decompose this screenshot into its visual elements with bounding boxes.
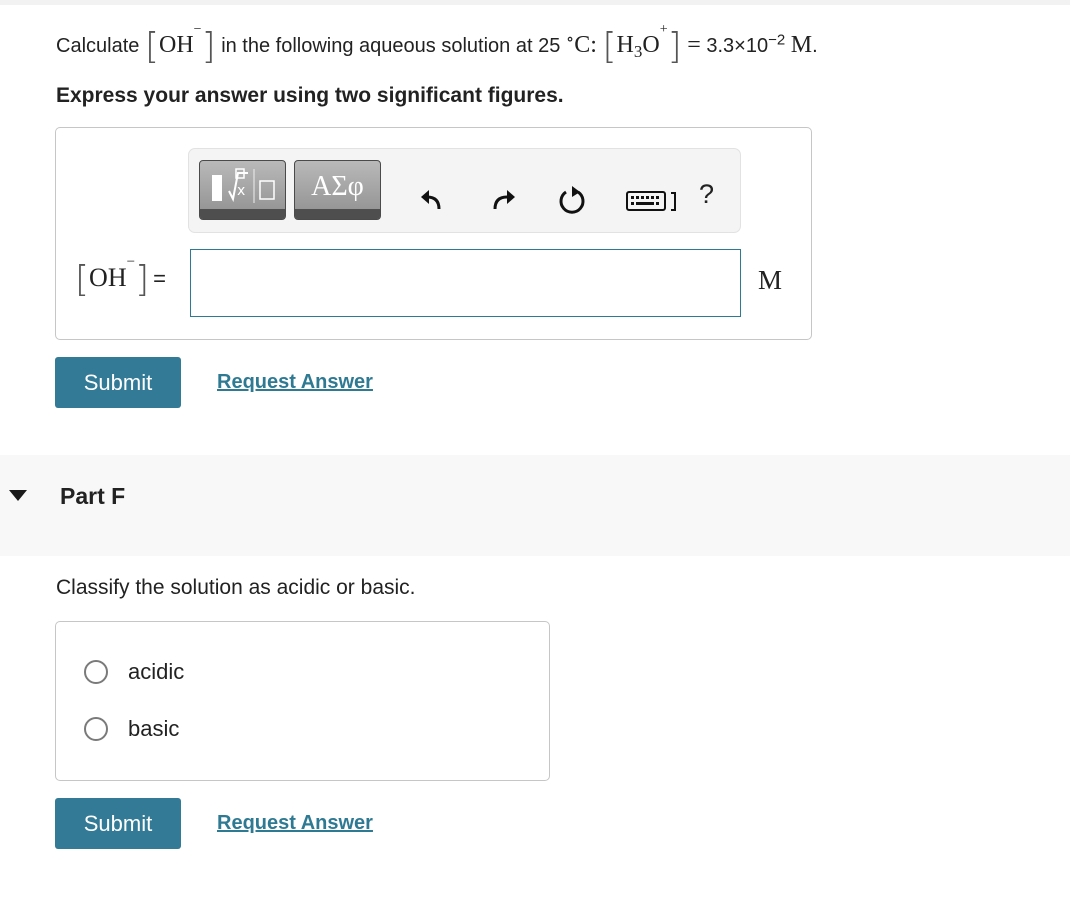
help-button[interactable]: ? bbox=[699, 179, 714, 210]
lhs-bracket-open: [ bbox=[75, 259, 90, 300]
question-prefix: Calculate bbox=[56, 35, 140, 57]
bracket-close-2: ] bbox=[667, 26, 682, 67]
question-degree: ∘ bbox=[565, 29, 575, 49]
choice-acidic[interactable]: acidic bbox=[84, 657, 184, 687]
bracket-open: [ bbox=[144, 26, 159, 67]
choice-label-basic: basic bbox=[128, 716, 180, 741]
question-middle: in the following aqueous solution at 25 bbox=[221, 35, 561, 57]
request-answer-link-part-e[interactable]: Request Answer bbox=[217, 371, 373, 394]
given-species-o: O bbox=[642, 32, 660, 58]
symbols-button[interactable]: ΑΣφ bbox=[294, 160, 381, 220]
math-toolbar: x ΑΣφ ? bbox=[188, 148, 741, 233]
given-charge: + bbox=[659, 22, 668, 38]
bracket-close: ] bbox=[201, 26, 216, 67]
collapse-toggle-icon[interactable] bbox=[9, 490, 27, 501]
templates-button[interactable]: x bbox=[199, 160, 286, 220]
answer-unit: M bbox=[758, 265, 783, 295]
given-species-h: H bbox=[616, 32, 634, 58]
question-temp-unit: C: bbox=[574, 32, 597, 58]
top-divider bbox=[0, 0, 1070, 5]
bracket-open-2: [ bbox=[602, 26, 617, 67]
part-f-header[interactable] bbox=[0, 455, 1070, 556]
reset-icon[interactable] bbox=[555, 183, 589, 217]
question-target-species: OH bbox=[159, 32, 194, 58]
choices-box: acidic basic bbox=[55, 621, 550, 781]
question-text: Calculate [OH−] in the following aqueous… bbox=[56, 22, 818, 67]
lhs-charge: − bbox=[126, 254, 136, 271]
given-unit: M bbox=[790, 32, 813, 58]
templates-underbar bbox=[200, 209, 285, 219]
keyboard-icon bbox=[626, 191, 676, 211]
question-target-charge: − bbox=[193, 22, 202, 38]
answer-input[interactable] bbox=[190, 249, 741, 317]
given-equals: = bbox=[687, 32, 701, 58]
svg-text:x: x bbox=[237, 183, 245, 199]
radio-acidic[interactable] bbox=[84, 660, 108, 684]
request-answer-link-part-f[interactable]: Request Answer bbox=[217, 812, 373, 835]
sqrt-template-icon: x bbox=[212, 168, 275, 203]
lhs-species: OH bbox=[89, 263, 127, 292]
undo-icon[interactable] bbox=[417, 183, 451, 217]
given-exponent: −2 bbox=[768, 31, 786, 49]
answer-lhs: [OH−] = bbox=[75, 254, 166, 300]
part-f-prompt: Classify the solution as acidic or basic… bbox=[56, 576, 416, 599]
radio-basic[interactable] bbox=[84, 717, 108, 741]
part-f-title[interactable]: Part F bbox=[60, 483, 125, 510]
redo-icon[interactable] bbox=[485, 183, 519, 217]
choice-basic[interactable]: basic bbox=[84, 714, 179, 744]
keyboard-button[interactable] bbox=[624, 183, 684, 217]
symbols-underbar bbox=[295, 209, 380, 219]
given-value: 3.3×10 bbox=[706, 35, 769, 57]
choice-label-acidic: acidic bbox=[128, 659, 185, 684]
submit-button-part-e[interactable]: Submit bbox=[55, 357, 181, 408]
submit-button-part-f[interactable]: Submit bbox=[55, 798, 181, 849]
lhs-bracket-close: ] bbox=[135, 259, 150, 300]
symbols-label: ΑΣφ bbox=[311, 171, 364, 202]
lhs-equals: = bbox=[153, 266, 166, 291]
given-period: . bbox=[812, 35, 818, 57]
instruction-text: Express your answer using two significan… bbox=[56, 84, 564, 107]
